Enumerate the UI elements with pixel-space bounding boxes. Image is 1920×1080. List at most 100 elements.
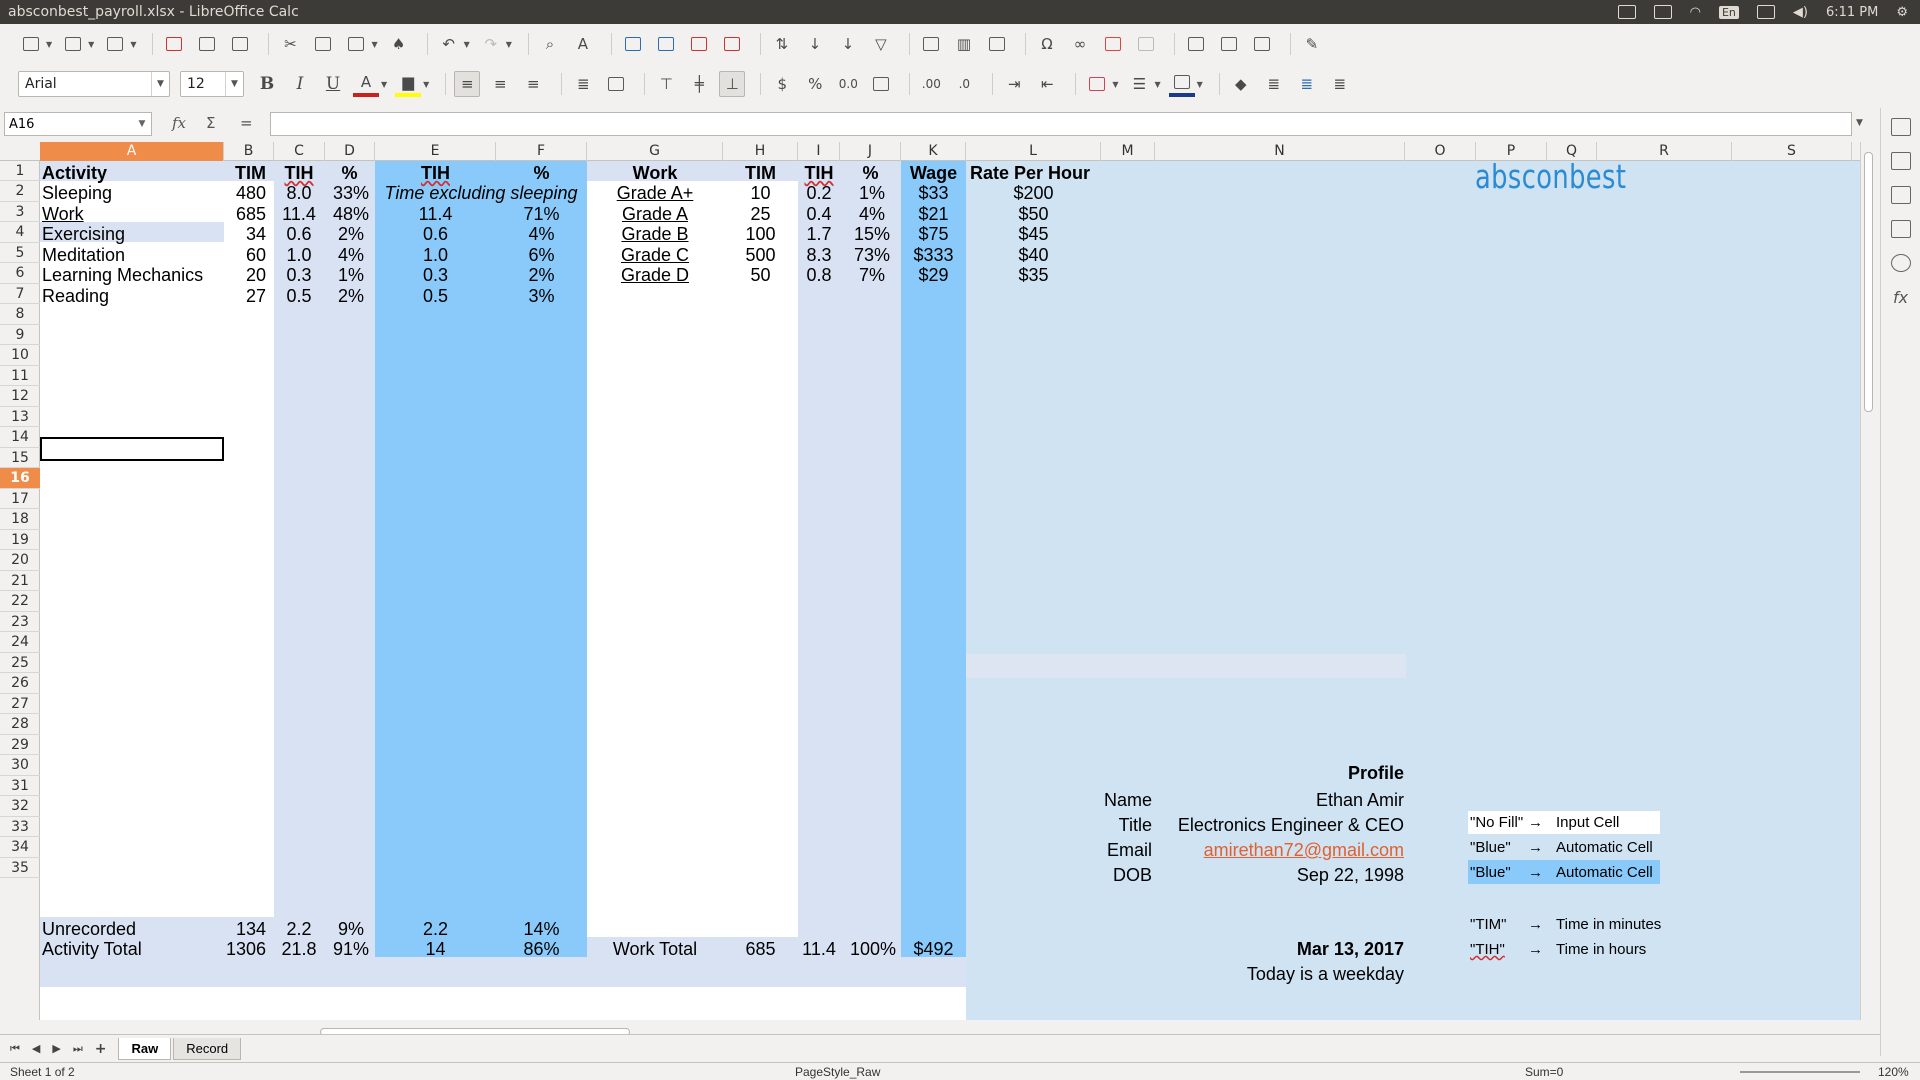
drive-icon[interactable] xyxy=(1653,5,1672,19)
cell-c7[interactable]: 0.5 xyxy=(274,284,324,309)
align-center-icon[interactable]: ≡ xyxy=(487,71,513,97)
properties-icon[interactable] xyxy=(1890,118,1911,136)
row-header-26[interactable]: 26 xyxy=(0,673,40,694)
column-header-n[interactable]: N xyxy=(1155,142,1405,161)
row-header-2[interactable]: 2 xyxy=(0,181,40,202)
row-header-30[interactable]: 30 xyxy=(0,755,40,776)
row-header-20[interactable]: 20 xyxy=(0,550,40,571)
row-header-23[interactable]: 23 xyxy=(0,612,40,632)
styles-icon[interactable] xyxy=(1890,152,1911,170)
column-header-k[interactable]: K xyxy=(901,142,966,161)
row-icon[interactable] xyxy=(620,31,646,57)
first-sheet-icon[interactable]: ⏮ xyxy=(10,1042,20,1056)
cell-k33[interactable]: $492 xyxy=(901,937,966,962)
cell-f33[interactable]: 86% xyxy=(496,937,587,962)
chevron-down-icon[interactable]: ▼ xyxy=(1197,80,1203,89)
chevron-down-icon[interactable]: ▼ xyxy=(464,40,470,49)
zoom-slider[interactable] xyxy=(1740,1071,1860,1073)
save-icon[interactable] xyxy=(102,31,128,57)
profile-name-label[interactable]: Name xyxy=(1050,788,1152,813)
align-bottom-icon[interactable]: ⊥ xyxy=(719,71,746,97)
row-header-34[interactable]: 34 xyxy=(0,837,40,858)
row-header-14[interactable]: 14 xyxy=(0,427,40,448)
cell-i6[interactable]: 0.8 xyxy=(798,263,840,288)
row-header-6[interactable]: 6 xyxy=(0,263,40,284)
chevron-down-icon[interactable]: ▼ xyxy=(130,40,136,49)
tab-record[interactable]: Record xyxy=(173,1037,242,1060)
sort-ascending-icon[interactable]: ↓ xyxy=(802,31,828,57)
expand-formula-icon[interactable]: ▼ xyxy=(1856,118,1863,128)
cell-i33[interactable]: 11.4 xyxy=(798,937,840,962)
freeze-rows-columns-icon[interactable] xyxy=(1216,31,1242,57)
row-header-27[interactable]: 27 xyxy=(0,694,40,714)
wifi-icon[interactable]: ◠ xyxy=(1690,5,1701,20)
font-color-icon[interactable]: A xyxy=(353,71,379,97)
merge-cells-icon[interactable] xyxy=(603,71,629,97)
redo-icon[interactable]: ↷ xyxy=(478,31,504,57)
sum-icon[interactable]: Σ xyxy=(206,114,215,132)
borders-icon[interactable] xyxy=(1084,71,1110,97)
cell-k6[interactable]: $29 xyxy=(901,263,966,288)
delete-decimal-icon[interactable]: .0 xyxy=(951,71,977,97)
profile-heading[interactable]: Profile xyxy=(1100,761,1404,786)
cell-a33[interactable]: Activity Total xyxy=(42,937,142,962)
data-bar-icon[interactable]: ≣ xyxy=(1294,71,1320,97)
row-header-3[interactable]: 3 xyxy=(0,202,40,222)
cell-h33[interactable]: 685 xyxy=(723,937,798,962)
underline-icon[interactable]: U xyxy=(320,71,346,97)
formula-icon[interactable]: = xyxy=(240,114,253,132)
delete-row-icon[interactable] xyxy=(686,31,712,57)
previous-sheet-icon[interactable]: ◀ xyxy=(32,1042,40,1055)
italic-icon[interactable]: I xyxy=(287,71,313,97)
column-header-m[interactable]: M xyxy=(1101,142,1155,161)
row-header-13[interactable]: 13 xyxy=(0,407,40,427)
legend-desc-1[interactable]: Input Cell xyxy=(1556,810,1619,835)
chevron-down-icon[interactable]: ▼ xyxy=(151,72,169,96)
chevron-down-icon[interactable]: ▼ xyxy=(381,80,387,89)
row-header-22[interactable]: 22 xyxy=(0,591,40,612)
vertical-scrollbar[interactable] xyxy=(1860,142,1876,1020)
wrap-text-icon[interactable]: ≣ xyxy=(570,71,596,97)
row-header-9[interactable]: 9 xyxy=(0,325,40,345)
cell-j6[interactable]: 7% xyxy=(840,263,885,288)
column-header-s[interactable]: S xyxy=(1732,142,1852,161)
font-size-box[interactable]: 12 ▼ xyxy=(180,71,244,97)
find-replace-icon[interactable]: ⌕ xyxy=(537,31,563,57)
chevron-down-icon[interactable]: ▼ xyxy=(423,80,429,89)
percent-format-icon[interactable]: % xyxy=(802,71,828,97)
last-sheet-icon[interactable]: ⏭ xyxy=(73,1042,83,1056)
image-icon[interactable] xyxy=(918,31,944,57)
legend-key-5[interactable]: "TIH" xyxy=(1470,937,1505,962)
cut-icon[interactable]: ✂ xyxy=(277,31,303,57)
chevron-down-icon[interactable]: ▼ xyxy=(88,40,94,49)
cell-b7[interactable]: 27 xyxy=(224,284,266,309)
keyboard-layout[interactable]: En xyxy=(1718,5,1739,19)
row-header-21[interactable]: 21 xyxy=(0,571,40,591)
border-style-icon[interactable]: ☰ xyxy=(1126,71,1152,97)
row-header-32[interactable]: 32 xyxy=(0,796,40,817)
legend-desc-4[interactable]: Time in minutes xyxy=(1556,912,1661,937)
bold-icon[interactable]: B xyxy=(254,71,280,97)
cell-h6[interactable]: 50 xyxy=(723,263,798,288)
cell-g6[interactable]: Grade D xyxy=(587,263,723,288)
increase-indent-icon[interactable]: ⇥ xyxy=(1001,71,1027,97)
column-header-j[interactable]: J xyxy=(840,142,901,161)
column-icon[interactable] xyxy=(653,31,679,57)
vertical-scroll-thumb[interactable] xyxy=(1864,152,1873,412)
color-scale-icon[interactable]: ≣ xyxy=(1261,71,1287,97)
cell-b33[interactable]: 1306 xyxy=(224,937,266,962)
chevron-down-icon[interactable]: ▼ xyxy=(46,40,52,49)
profile-title-value[interactable]: Electronics Engineer & CEO xyxy=(1160,813,1404,838)
legend-desc-2[interactable]: Automatic Cell xyxy=(1556,835,1653,860)
chart-icon[interactable]: ▥ xyxy=(951,31,977,57)
legend-desc-3[interactable]: Automatic Cell xyxy=(1556,860,1653,885)
center-vertically-icon[interactable]: ╪ xyxy=(686,71,712,97)
highlight-color-icon[interactable]: ▆ xyxy=(395,71,422,97)
column-header-o[interactable]: O xyxy=(1405,142,1476,161)
special-character-icon[interactable]: Ω xyxy=(1034,31,1060,57)
zoom-level[interactable]: 120% xyxy=(1878,1065,1909,1079)
column-header-e[interactable]: E xyxy=(375,142,496,161)
pivot-table-icon[interactable] xyxy=(984,31,1010,57)
row-header-19[interactable]: 19 xyxy=(0,530,40,550)
print-icon[interactable] xyxy=(194,31,220,57)
